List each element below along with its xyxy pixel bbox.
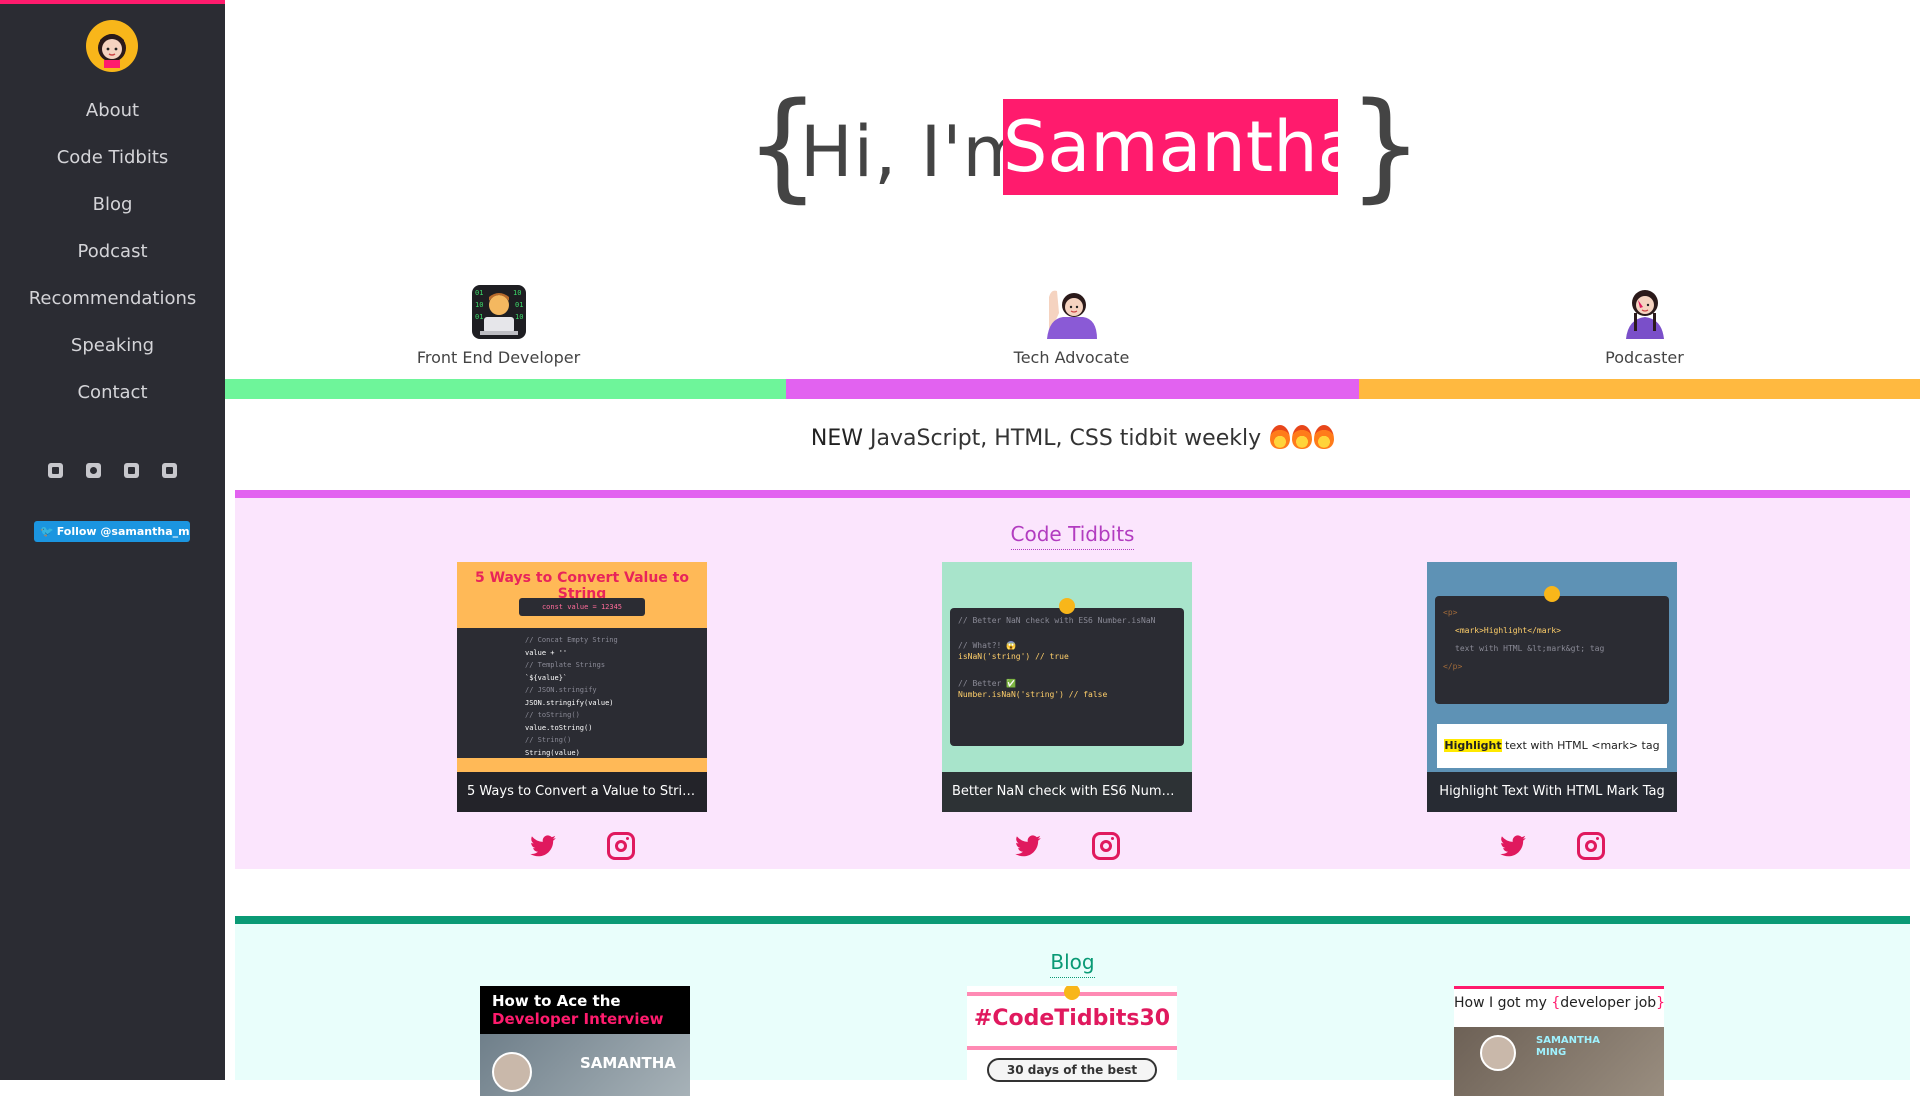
nav-blog[interactable]: Blog: [0, 190, 225, 237]
card-footer-stripe: [457, 758, 707, 772]
instagram-icon[interactable]: [1577, 832, 1605, 860]
nav-podcast[interactable]: Podcast: [0, 237, 225, 284]
nav-speaking[interactable]: Speaking: [0, 331, 225, 378]
announcement-text: JavaScript, HTML, CSS tidbit weekly: [870, 426, 1262, 451]
hero-name: Samantha: [1003, 99, 1361, 195]
nav-about[interactable]: About: [0, 96, 225, 143]
twitter-icon[interactable]: [48, 463, 63, 478]
role-label: Podcaster: [1605, 348, 1684, 367]
weekly-announcement: NEW JavaScript, HTML, CSS tidbit weekly: [225, 425, 1920, 451]
role-label: Tech Advocate: [1013, 348, 1130, 367]
nav-code-tidbits[interactable]: Code Tidbits: [0, 143, 225, 190]
medium-icon[interactable]: [162, 463, 177, 478]
sidebar-nav: About Code Tidbits Blog Podcast Recommen…: [0, 96, 225, 425]
blog-line2: Developer Interview: [492, 1010, 664, 1028]
card-caption: 5 Ways to Convert a Value to String in..…: [457, 772, 707, 812]
facebook-icon[interactable]: [124, 463, 139, 478]
section-title[interactable]: Code Tidbits: [235, 522, 1910, 550]
singer-icon: [1616, 283, 1674, 341]
twitter-bird-icon: 🐦: [40, 525, 54, 538]
blog-badge-bottom: MING: [1536, 1047, 1567, 1058]
fire-icon: [1314, 425, 1335, 449]
technologist-icon: 01 10 10 01 01 10: [470, 283, 528, 341]
blog-badge-top: SAMANTHA: [1536, 1035, 1600, 1046]
social-links: [0, 463, 225, 478]
code-panel: <p> <mark>Highlight</mark> text with HTM…: [1435, 596, 1669, 704]
svg-text:10: 10: [515, 313, 523, 321]
fire-icon: [1270, 425, 1291, 449]
role-color-bar-green: [225, 379, 786, 399]
instagram-icon[interactable]: [1092, 832, 1120, 860]
twitter-icon[interactable]: [1499, 832, 1527, 860]
blog-line1: How to Ace the: [492, 992, 621, 1010]
new-badge: NEW: [810, 426, 864, 451]
section-title[interactable]: Blog: [235, 950, 1910, 978]
twitter-icon[interactable]: [529, 832, 557, 860]
tidbit-card-mark-tag[interactable]: <p> <mark>Highlight</mark> text with HTM…: [1427, 562, 1677, 812]
code-lines: // Concat Empty String value + '' // Tem…: [525, 636, 618, 757]
blog-section: Blog How to Ace the Developer Interview …: [235, 916, 1910, 1096]
greeting: Hi, I'm: [800, 111, 1032, 193]
role-color-bar-purple: [786, 379, 1359, 399]
role-label: Front End Developer: [416, 348, 581, 367]
svg-text:01: 01: [475, 313, 483, 321]
follow-label: Follow @samantha_ming: [56, 525, 190, 538]
close-brace: }: [1350, 76, 1422, 214]
share-icons: [529, 832, 635, 860]
fire-icon: [1292, 425, 1313, 449]
avatar-badge: [1064, 986, 1080, 1000]
blog-job-title: How I got my {developer job}: [1454, 995, 1664, 1011]
svg-text:01: 01: [515, 301, 523, 309]
code-tidbits-section: Code Tidbits 5 Ways to Convert Value to …: [235, 490, 1910, 869]
raising-hand-icon: [1043, 283, 1101, 341]
hero: { Hi, I'm Samantha }: [225, 80, 1920, 210]
code-header: const value = 12345: [519, 598, 645, 616]
card-caption: Highlight Text With HTML Mark Tag: [1427, 772, 1677, 812]
speaker-photo: [492, 1052, 532, 1092]
code-panel: // Better NaN check with ES6 Number.isNa…: [950, 608, 1184, 746]
stripe: [967, 1046, 1177, 1050]
instagram-icon[interactable]: [86, 463, 101, 478]
speaker-photo: [1480, 1035, 1516, 1071]
role-podcaster: Podcaster: [1358, 283, 1920, 367]
share-icons: [1499, 832, 1605, 860]
tidbit-card-convert-string[interactable]: 5 Ways to Convert Value to String const …: [457, 562, 707, 812]
blog-sub: 30 days of the best: [987, 1058, 1157, 1082]
mark-preview: Highlight text with HTML <mark> tag: [1437, 724, 1667, 768]
nav-recommendations[interactable]: Recommendations: [0, 284, 225, 331]
avatar-logo[interactable]: [86, 20, 138, 72]
sidebar: About Code Tidbits Blog Podcast Recommen…: [0, 0, 225, 1080]
svg-text:10: 10: [513, 289, 521, 297]
blog-headline: #CodeTidbits30: [973, 1006, 1171, 1031]
nav-contact[interactable]: Contact: [0, 378, 225, 425]
twitter-follow-button[interactable]: 🐦Follow @samantha_ming: [34, 521, 190, 542]
tidbit-card-nan-check[interactable]: // Better NaN check with ES6 Number.isNa…: [942, 562, 1192, 812]
avatar-badge: [1544, 586, 1560, 602]
avatar-badge: [1059, 598, 1075, 614]
role-front-end-developer: 01 10 10 01 01 10 Front End Developer: [212, 283, 785, 367]
svg-text:01: 01: [475, 289, 483, 297]
role-color-bar-orange: [1359, 379, 1920, 399]
share-icons: [1014, 832, 1120, 860]
card-caption: Better NaN check with ES6 Number.is...: [942, 772, 1192, 812]
twitter-icon[interactable]: [1014, 832, 1042, 860]
blog-badge: SAMANTHA: [580, 1054, 676, 1072]
role-tech-advocate: Tech Advocate: [785, 283, 1358, 367]
svg-text:10: 10: [475, 301, 483, 309]
instagram-icon[interactable]: [607, 832, 635, 860]
